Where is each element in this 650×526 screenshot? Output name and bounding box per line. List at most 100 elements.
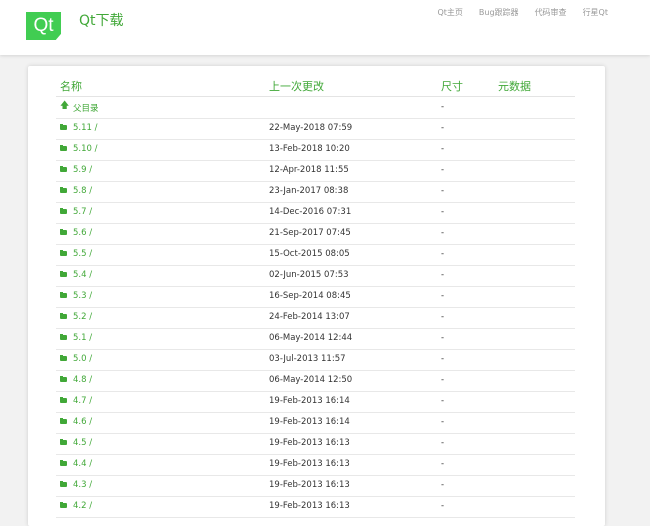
column-header-size[interactable]: 尺寸 <box>441 78 463 94</box>
qt-logo[interactable]: Qt <box>26 12 61 40</box>
folder-link[interactable]: 5.9 / <box>73 165 92 175</box>
nav-bug-tracker[interactable]: Bug跟踪器 <box>479 7 519 18</box>
folder-icon <box>60 187 67 193</box>
table-row[interactable]: 4.4 / 19-Feb-2013 16:13 - <box>56 454 575 476</box>
size: - <box>441 354 445 364</box>
last-modified: 19-Feb-2013 16:14 <box>269 396 350 406</box>
table-row[interactable]: 5.9 / 12-Apr-2018 11:55 - <box>56 160 575 182</box>
table-row[interactable]: 5.10 / 13-Feb-2018 10:20 - <box>56 139 575 161</box>
size: - <box>441 375 445 385</box>
parent-directory-link[interactable]: 父目录 <box>73 102 99 114</box>
last-modified: 06-May-2014 12:44 <box>269 333 353 343</box>
site-title[interactable]: Qt下载 <box>79 10 124 30</box>
table-row[interactable]: 4.6 / 19-Feb-2013 16:14 - <box>56 412 575 434</box>
table-row[interactable]: 4.7 / 19-Feb-2013 16:14 - <box>56 391 575 413</box>
size: - <box>441 291 445 301</box>
column-header-last-modified[interactable]: 上一次更改 <box>269 78 324 94</box>
top-nav: Qt主页 Bug跟踪器 代码审查 行星Qt <box>437 7 608 18</box>
folder-icon <box>60 145 67 151</box>
folder-link[interactable]: 5.2 / <box>73 312 92 322</box>
last-modified: 19-Feb-2013 16:13 <box>269 459 350 469</box>
folder-link[interactable]: 4.8 / <box>73 375 92 385</box>
top-bar: Qt Qt下载 Qt主页 Bug跟踪器 代码审查 行星Qt <box>0 0 650 55</box>
last-modified: 16-Sep-2014 08:45 <box>269 291 351 301</box>
up-arrow-icon: 🡅 <box>60 101 70 111</box>
folder-link[interactable]: 4.7 / <box>73 396 92 406</box>
folder-link[interactable]: 4.6 / <box>73 417 92 427</box>
folder-icon <box>60 376 67 382</box>
size: - <box>441 312 445 322</box>
column-header-name[interactable]: 名称 <box>60 78 82 94</box>
folder-link[interactable]: 5.6 / <box>73 228 92 238</box>
last-modified: 13-Feb-2018 10:20 <box>269 144 350 154</box>
folder-icon <box>60 502 67 508</box>
folder-icon <box>60 271 67 277</box>
size: - <box>441 501 445 511</box>
table-row[interactable]: 5.4 / 02-Jun-2015 07:53 - <box>56 265 575 287</box>
table-row[interactable]: 4.5 / 19-Feb-2013 16:13 - <box>56 433 575 455</box>
table-row[interactable]: 5.6 / 21-Sep-2017 07:45 - <box>56 223 575 245</box>
table-row[interactable]: 4.3 / 19-Feb-2013 16:13 - <box>56 475 575 497</box>
folder-link[interactable]: 5.8 / <box>73 186 92 196</box>
folder-icon <box>60 460 67 466</box>
folder-icon <box>60 292 67 298</box>
last-modified: 22-May-2018 07:59 <box>269 123 353 133</box>
last-modified: 19-Feb-2013 16:13 <box>269 501 350 511</box>
folder-icon <box>60 481 67 487</box>
table-row[interactable]: 5.5 / 15-Oct-2015 08:05 - <box>56 244 575 266</box>
folder-link[interactable]: 4.2 / <box>73 501 92 511</box>
folder-link[interactable]: 4.4 / <box>73 459 92 469</box>
folder-icon <box>60 250 67 256</box>
folder-link[interactable]: 5.11 / <box>73 123 98 133</box>
folder-link[interactable]: 5.7 / <box>73 207 92 217</box>
folder-link[interactable]: 5.0 / <box>73 354 92 364</box>
last-modified: 23-Jan-2017 08:38 <box>269 186 349 196</box>
column-header-metadata[interactable]: 元数据 <box>498 78 531 94</box>
table-row[interactable]: 5.2 / 24-Feb-2014 13:07 - <box>56 307 575 329</box>
nav-qt-home[interactable]: Qt主页 <box>437 7 462 18</box>
folder-link[interactable]: 5.4 / <box>73 270 92 280</box>
last-modified: 21-Sep-2017 07:45 <box>269 228 351 238</box>
last-modified: 19-Feb-2013 16:13 <box>269 438 350 448</box>
table-row[interactable]: 5.11 / 22-May-2018 07:59 - <box>56 118 575 140</box>
folder-icon <box>60 124 67 130</box>
folder-icon <box>60 397 67 403</box>
table-row[interactable]: 4.8 / 06-May-2014 12:50 - <box>56 370 575 392</box>
size: - <box>441 165 445 175</box>
folder-icon <box>60 229 67 235</box>
size: - <box>441 186 445 196</box>
table-row[interactable]: 5.3 / 16-Sep-2014 08:45 - <box>56 286 575 308</box>
folder-link[interactable]: 4.5 / <box>73 438 92 448</box>
folder-icon <box>60 418 67 424</box>
size: - <box>441 270 445 280</box>
size: - <box>441 417 445 427</box>
last-modified: 12-Apr-2018 11:55 <box>269 165 349 175</box>
parent-directory-row[interactable]: 🡅 父目录 - <box>56 97 575 119</box>
last-modified: 03-Jul-2013 11:57 <box>269 354 346 364</box>
folder-icon <box>60 439 67 445</box>
last-modified: 19-Feb-2013 16:14 <box>269 417 350 427</box>
table-row[interactable]: 4.2 / 19-Feb-2013 16:13 - <box>56 496 575 518</box>
nav-planet-qt[interactable]: 行星Qt <box>583 7 608 18</box>
folder-icon <box>60 355 67 361</box>
table-row[interactable]: 5.0 / 03-Jul-2013 11:57 - <box>56 349 575 371</box>
folder-icon <box>60 166 67 172</box>
last-modified: 06-May-2014 12:50 <box>269 375 353 385</box>
table-row[interactable]: 5.7 / 14-Dec-2016 07:31 - <box>56 202 575 224</box>
size: - <box>441 207 445 217</box>
size: - <box>441 438 445 448</box>
size: - <box>441 249 445 259</box>
last-modified: 14-Dec-2016 07:31 <box>269 207 352 217</box>
folder-link[interactable]: 5.3 / <box>73 291 92 301</box>
table-row[interactable]: 5.1 / 06-May-2014 12:44 - <box>56 328 575 350</box>
folder-link[interactable]: 5.5 / <box>73 249 92 259</box>
size: - <box>441 123 445 133</box>
folder-link[interactable]: 4.3 / <box>73 480 92 490</box>
size: - <box>441 228 445 238</box>
table-row[interactable]: 5.8 / 23-Jan-2017 08:38 - <box>56 181 575 203</box>
folder-link[interactable]: 5.1 / <box>73 333 92 343</box>
folder-icon <box>60 334 67 340</box>
nav-code-review[interactable]: 代码审查 <box>535 7 567 18</box>
last-modified: 15-Oct-2015 08:05 <box>269 249 350 259</box>
folder-link[interactable]: 5.10 / <box>73 144 98 154</box>
